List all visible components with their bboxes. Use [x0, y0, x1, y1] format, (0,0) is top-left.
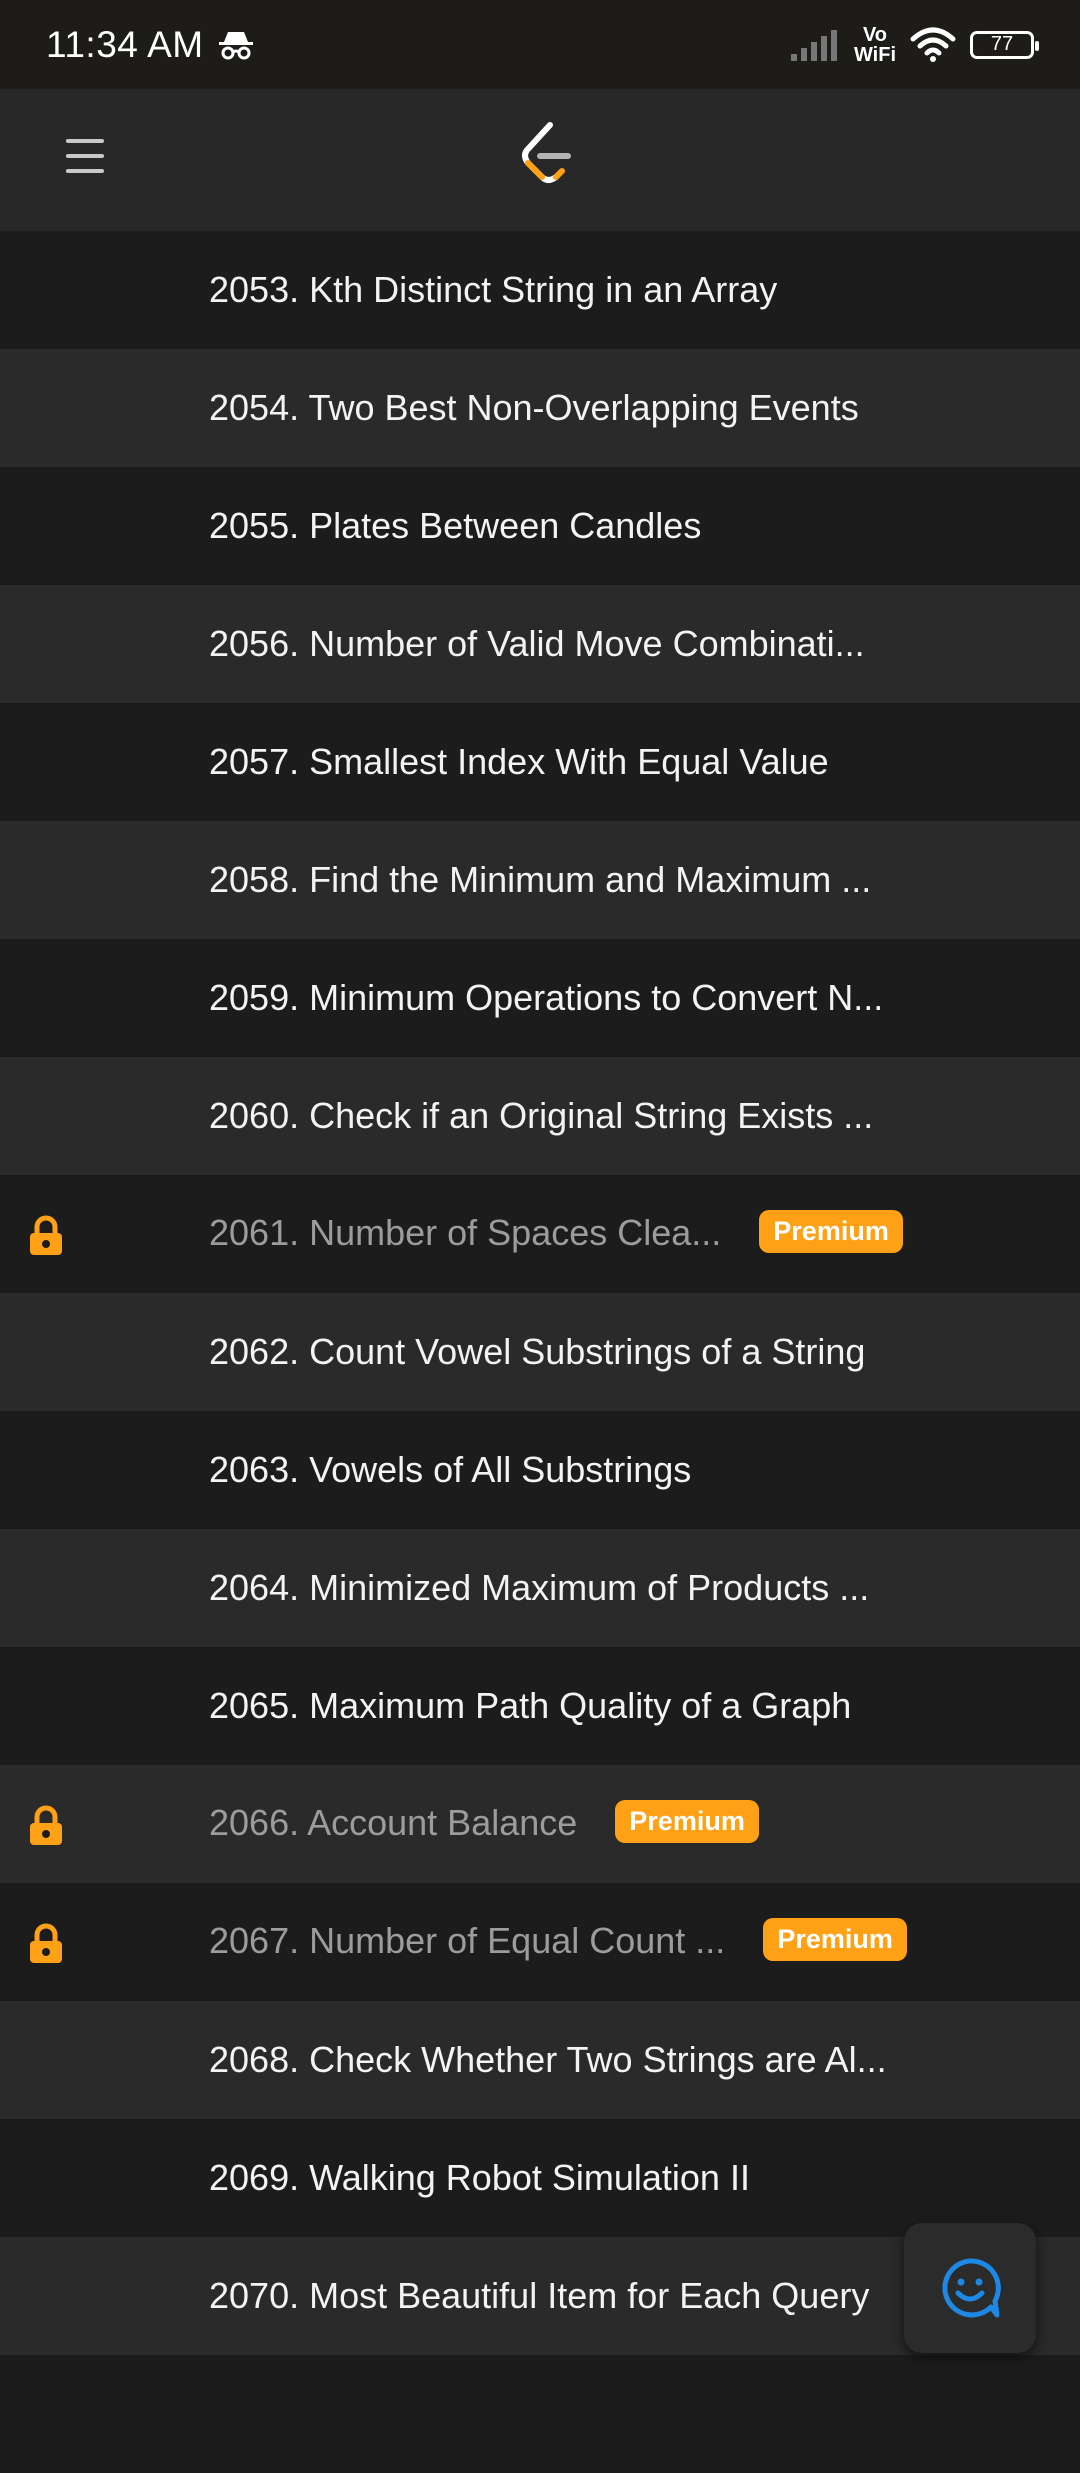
- problem-row[interactable]: 2063. Vowels of All Substrings: [0, 1411, 1080, 1529]
- lock-icon: [30, 1215, 62, 1255]
- battery-icon: 77: [970, 30, 1039, 59]
- problem-title: 2062. Count Vowel Substrings of a String: [209, 1331, 865, 1373]
- problem-row[interactable]: [0, 2355, 1080, 2473]
- problem-row[interactable]: 2057. Smallest Index With Equal Value: [0, 703, 1080, 821]
- problem-title: 2068. Check Whether Two Strings are Al..…: [209, 2039, 887, 2081]
- hamburger-menu-icon[interactable]: [66, 139, 104, 184]
- problem-row[interactable]: 2055. Plates Between Candles: [0, 467, 1080, 585]
- problem-title: 2067. Number of Equal Count ... Premium: [209, 1918, 907, 1965]
- premium-badge: Premium: [759, 1210, 903, 1254]
- problem-title: 2060. Check if an Original String Exists…: [209, 1095, 873, 1137]
- problem-title: 2055. Plates Between Candles: [209, 505, 701, 547]
- problem-row[interactable]: 2066. Account Balance Premium: [0, 1765, 1080, 1883]
- problem-title-text: 2066. Account Balance: [209, 1801, 578, 1843]
- vowifi-indicator: Vo WiFi: [854, 25, 896, 65]
- battery-level: 77: [990, 33, 1014, 55]
- problem-title: 2054. Two Best Non-Overlapping Events: [209, 387, 859, 429]
- problem-title-text: 2062. Count Vowel Substrings of a String: [209, 1331, 866, 1372]
- problem-title-text: 2059. Minimum Operations to Convert N...: [209, 977, 884, 1018]
- premium-badge: Premium: [615, 1800, 759, 1844]
- problem-title: 2066. Account Balance Premium: [209, 1800, 759, 1847]
- vowifi-top: Vo: [862, 23, 888, 46]
- problem-row[interactable]: 2064. Minimized Maximum of Products ...: [0, 1529, 1080, 1647]
- problem-title: 2065. Maximum Path Quality of a Graph: [209, 1685, 851, 1727]
- problem-title: 2070. Most Beautiful Item for Each Query: [209, 2275, 869, 2317]
- problem-row[interactable]: 2065. Maximum Path Quality of a Graph: [0, 1647, 1080, 1765]
- incognito-icon: [218, 31, 253, 59]
- wifi-icon: [910, 27, 956, 62]
- problem-title: 2056. Number of Valid Move Combinati...: [209, 623, 865, 665]
- problem-title-text: 2057. Smallest Index With Equal Value: [209, 741, 829, 782]
- status-bar: 11:34 AM Vo WiFi 77: [0, 0, 1080, 89]
- problem-title-text: 2065. Maximum Path Quality of a Graph: [209, 1685, 852, 1726]
- leetcode-logo-icon[interactable]: [516, 121, 576, 187]
- status-right: Vo WiFi 77: [790, 25, 1039, 65]
- problem-title-text: 2055. Plates Between Candles: [209, 505, 702, 546]
- premium-badge: Premium: [763, 1918, 907, 1962]
- problem-title-text: 2070. Most Beautiful Item for Each Query: [209, 2275, 870, 2316]
- problem-row[interactable]: 2062. Count Vowel Substrings of a String: [0, 1293, 1080, 1411]
- problem-title: 2058. Find the Minimum and Maximum ...: [209, 859, 871, 901]
- lock-icon: [30, 1923, 62, 1963]
- problem-row[interactable]: 2069. Walking Robot Simulation II: [0, 2119, 1080, 2237]
- problem-title: 2059. Minimum Operations to Convert N...: [209, 977, 883, 1019]
- problem-row[interactable]: 2053. Kth Distinct String in an Array: [0, 231, 1080, 349]
- app-bar: [0, 89, 1080, 231]
- problem-title-text: 2061. Number of Spaces Clea...: [209, 1211, 722, 1253]
- problem-title-text: 2053. Kth Distinct String in an Array: [209, 269, 778, 310]
- problem-row[interactable]: 2068. Check Whether Two Strings are Al..…: [0, 2001, 1080, 2119]
- status-left: 11:34 AM: [46, 24, 254, 66]
- problem-title-text: 2060. Check if an Original String Exists…: [209, 1095, 874, 1136]
- problem-title-text: 2069. Walking Robot Simulation II: [209, 2157, 750, 2198]
- problem-title-text: 2063. Vowels of All Substrings: [209, 1449, 692, 1490]
- problem-title: 2069. Walking Robot Simulation II: [209, 2157, 750, 2199]
- problem-row[interactable]: 2067. Number of Equal Count ... Premium: [0, 1883, 1080, 2001]
- status-time: 11:34 AM: [46, 23, 204, 65]
- lock-icon: [30, 1805, 62, 1845]
- problem-row[interactable]: 2059. Minimum Operations to Convert N...: [0, 939, 1080, 1057]
- problem-row[interactable]: 2058. Find the Minimum and Maximum ...: [0, 821, 1080, 939]
- problem-title-text: 2054. Two Best Non-Overlapping Events: [209, 387, 859, 428]
- signal-icon: [790, 29, 837, 61]
- problem-list: 2053. Kth Distinct String in an Array 205…: [0, 231, 1080, 2473]
- vowifi-bottom: WiFi: [853, 43, 896, 66]
- problem-title-text: 2064. Minimized Maximum of Products ...: [209, 1567, 870, 1608]
- problem-title: 2063. Vowels of All Substrings: [209, 1449, 691, 1491]
- problem-title-text: 2068. Check Whether Two Strings are Al..…: [209, 2039, 887, 2080]
- feedback-smiley-icon: [942, 2258, 1001, 2318]
- problem-title: 2057. Smallest Index With Equal Value: [209, 741, 829, 783]
- problem-title: 2064. Minimized Maximum of Products ...: [209, 1567, 869, 1609]
- problem-row[interactable]: 2061. Number of Spaces Clea... Premium: [0, 1175, 1080, 1293]
- problem-row[interactable]: 2060. Check if an Original String Exists…: [0, 1057, 1080, 1175]
- problem-row[interactable]: 2056. Number of Valid Move Combinati...: [0, 585, 1080, 703]
- problem-title-text: 2067. Number of Equal Count ...: [209, 1919, 726, 1961]
- problem-title: 2061. Number of Spaces Clea... Premium: [209, 1210, 903, 1257]
- problem-title-text: 2058. Find the Minimum and Maximum ...: [209, 859, 872, 900]
- problem-row[interactable]: 2054. Two Best Non-Overlapping Events: [0, 349, 1080, 467]
- feedback-button[interactable]: [904, 2223, 1036, 2353]
- problem-title: 2053. Kth Distinct String in an Array: [209, 269, 777, 311]
- problem-title-text: 2056. Number of Valid Move Combinati...: [209, 623, 865, 664]
